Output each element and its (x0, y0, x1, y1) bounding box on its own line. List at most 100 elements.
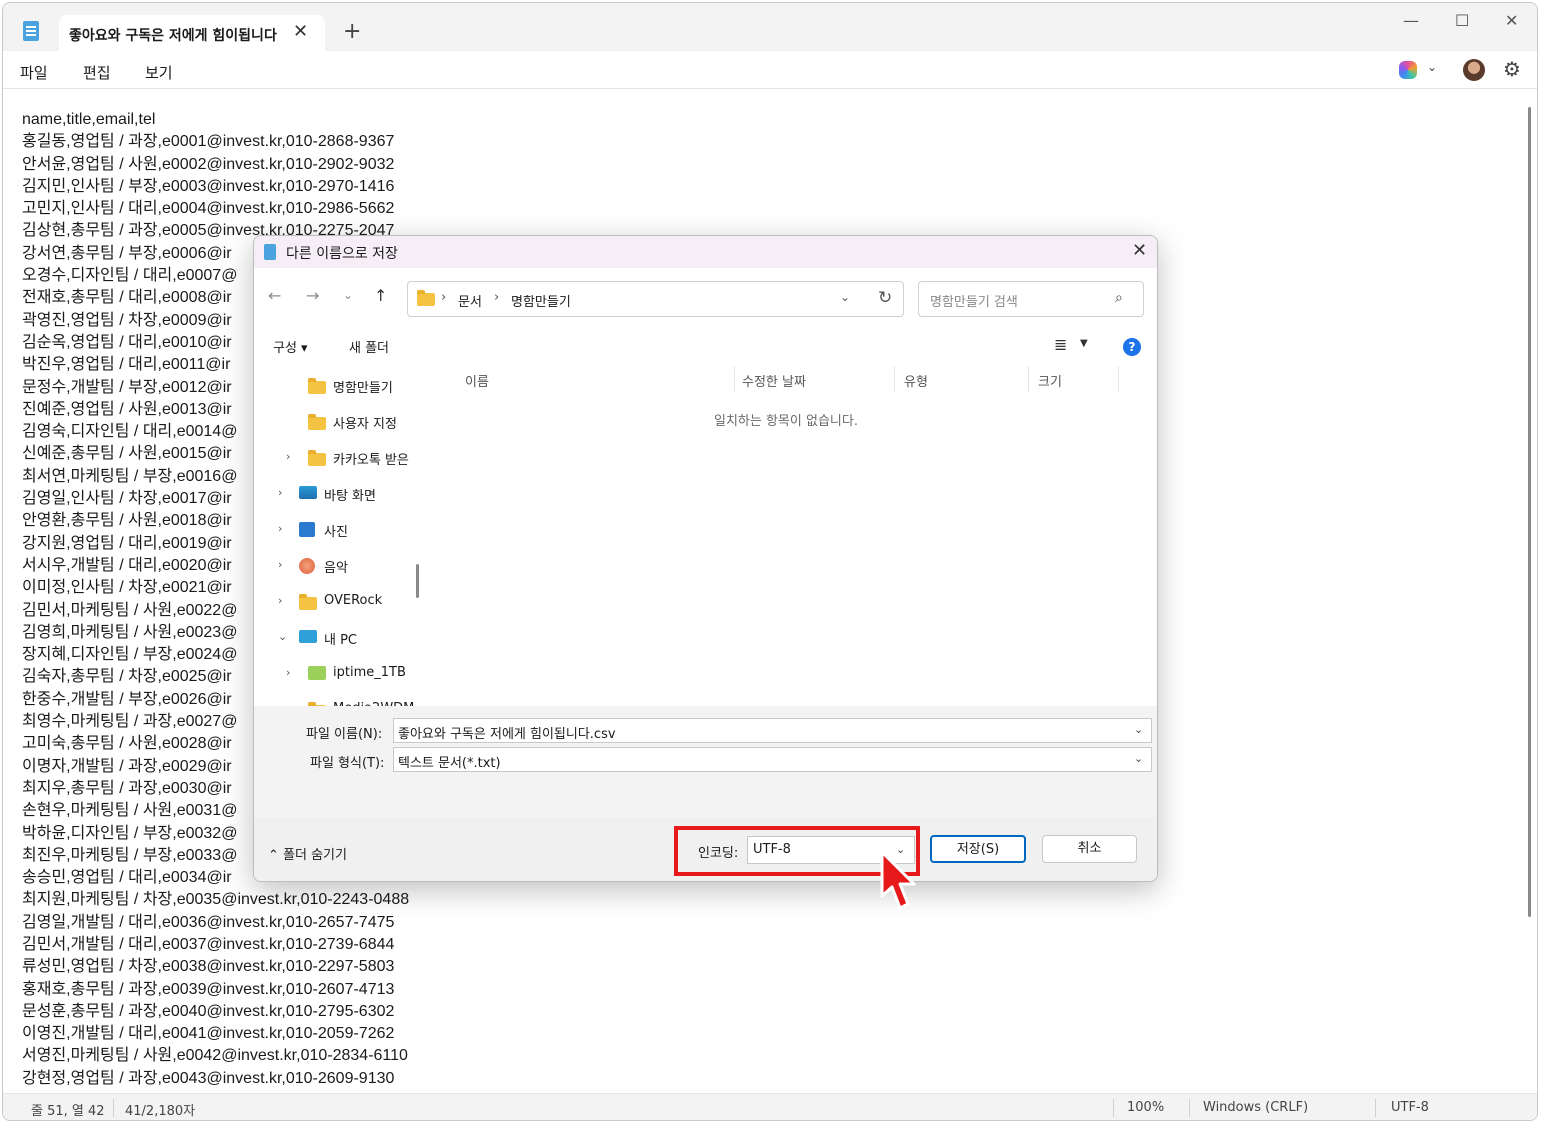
notepad-icon (264, 244, 276, 260)
status-encoding[interactable]: UTF-8 (1391, 1100, 1429, 1115)
status-divider (113, 1099, 114, 1117)
gear-icon[interactable]: ⚙ (1503, 57, 1521, 81)
editor-line[interactable]: 이영진,개발팀 / 대리,e0041@invest.kr,010-2059-72… (22, 1023, 409, 1045)
file-fields: 파일 이름(N): 좋아요와 구독은 저에게 힘이됩니다.csv ⌄ 파일 형식… (254, 706, 1157, 818)
tree-item[interactable]: ›Media2WDM (254, 698, 414, 706)
title-bar: 좋아요와 구독은 저에게 힘이됩니다 ✕ + — ☐ ✕ (3, 3, 1537, 51)
editor-line[interactable]: 홍길동,영업팀 / 과장,e0001@invest.kr,010-2868-93… (22, 131, 409, 153)
search-box[interactable]: 명함만들기 검색 ⌕ (918, 281, 1144, 317)
tree-item-label: iptime_1TB (333, 665, 406, 680)
status-bar: 줄 51, 열 42 41/2,180자 100% Windows (CRLF)… (3, 1093, 1537, 1120)
desktop-icon (299, 486, 317, 499)
editor-line[interactable]: 김민서,개발팀 / 대리,e0037@invest.kr,010-2739-68… (22, 934, 409, 956)
breadcrumb-separator: › (441, 290, 447, 305)
tree-item[interactable]: › iptime_1TB (254, 662, 414, 686)
filetype-chevron-down-icon[interactable]: ⌄ (1134, 752, 1143, 765)
hide-folders-button[interactable]: ⌃ 폴더 숨기기 (268, 844, 347, 863)
new-folder-button[interactable]: 새 폴더 (349, 337, 389, 356)
back-arrow-icon[interactable]: ← (268, 286, 281, 305)
tree-item-label: 음악 (324, 561, 348, 576)
address-bar[interactable]: › 문서 › 명함만들기 ⌄ ↻ (407, 281, 904, 317)
filename-chevron-down-icon[interactable]: ⌄ (1134, 723, 1143, 736)
tree-item-label: 명함만들기 (333, 381, 393, 396)
column-size[interactable]: 크기 (1038, 371, 1062, 390)
forward-arrow-icon[interactable]: → (306, 286, 319, 305)
tree-expand-chevron-icon[interactable]: › (286, 450, 290, 463)
tree-expand-chevron-icon[interactable]: › (278, 522, 282, 535)
tree-expand-chevron-icon[interactable]: ⌄ (278, 630, 287, 643)
tree-expand-chevron-icon[interactable]: › (278, 558, 282, 571)
folder-icon (308, 378, 326, 394)
tree-item[interactable]: › 음악 (254, 554, 414, 578)
editor-line[interactable]: 김영일,개발팀 / 대리,e0036@invest.kr,010-2657-74… (22, 912, 409, 934)
tab-close-icon[interactable]: ✕ (293, 21, 308, 42)
maximize-button[interactable]: ☐ (1455, 11, 1469, 30)
tree-item[interactable]: › 사진 (254, 518, 414, 542)
view-chevron-down-icon[interactable]: ▼ (1080, 338, 1088, 349)
tree-item[interactable]: 사용자 지정 (254, 410, 414, 434)
dialog-toolbar: 구성 ▾ 새 폴더 ≣ ▼ ? (254, 328, 1157, 364)
folder-icon (308, 414, 326, 430)
tree-item[interactable]: › OVERock (254, 590, 414, 614)
photos-icon (299, 522, 315, 537)
tree-item[interactable]: ⌄ 내 PC (254, 626, 414, 650)
tab-title: 좋아요와 구독은 저에게 힘이됩니다 (69, 28, 277, 44)
column-type[interactable]: 유형 (904, 371, 928, 390)
editor-line[interactable]: name,title,email,tel (22, 109, 409, 131)
column-modified[interactable]: 수정한 날짜 (742, 371, 806, 390)
close-button[interactable]: ✕ (1505, 11, 1518, 30)
tree-item-label: 사진 (324, 525, 348, 540)
tab-document[interactable]: 좋아요와 구독은 저에게 힘이됩니다 ✕ (59, 15, 325, 51)
breadcrumb-documents[interactable]: 문서 (458, 291, 482, 310)
file-list: 이름 수정한 날짜 유형 크기 일치하는 항목이 없습니다. (428, 366, 1157, 706)
editor-line[interactable]: 안서윤,영업팀 / 사원,e0002@invest.kr,010-2902-90… (22, 154, 409, 176)
status-line-ending[interactable]: Windows (CRLF) (1203, 1100, 1308, 1115)
dialog-close-icon[interactable]: ✕ (1132, 240, 1147, 261)
tree-item-label: OVERock (324, 593, 383, 608)
tree-expand-chevron-icon[interactable]: › (278, 486, 282, 499)
breadcrumb-current-folder[interactable]: 명함만들기 (511, 291, 571, 310)
editor-line[interactable]: 고민지,인사팀 / 대리,e0004@invest.kr,010-2986-56… (22, 198, 409, 220)
tree-item[interactable]: › 바탕 화면 (254, 482, 414, 506)
empty-folder-message: 일치하는 항목이 없습니다. (714, 414, 858, 429)
column-name[interactable]: 이름 (465, 371, 489, 390)
navigation-scrollbar[interactable] (416, 564, 419, 598)
avatar[interactable] (1463, 59, 1485, 81)
tree-expand-chevron-icon[interactable]: › (278, 594, 282, 607)
editor-line[interactable]: 문성훈,총무팀 / 과장,e0040@invest.kr,010-2795-63… (22, 1001, 409, 1023)
tree-expand-chevron-icon[interactable]: › (286, 666, 290, 679)
status-zoom[interactable]: 100% (1127, 1100, 1164, 1115)
tree-item[interactable]: 명함만들기 (254, 374, 414, 398)
new-tab-button[interactable]: + (343, 21, 361, 43)
music-icon (299, 558, 315, 574)
editor-line[interactable]: 홍재호,총무팀 / 과장,e0039@invest.kr,010-2607-47… (22, 979, 409, 1001)
address-chevron-down-icon[interactable]: ⌄ (840, 290, 850, 304)
refresh-icon[interactable]: ↻ (878, 288, 892, 308)
cancel-button[interactable]: 취소 (1042, 835, 1137, 863)
filetype-select[interactable]: 텍스트 문서(*.txt) ⌄ (393, 747, 1152, 772)
editor-line[interactable]: 김지민,인사팀 / 부장,e0003@invest.kr,010-2970-14… (22, 176, 409, 198)
menu-edit[interactable]: 편집 (83, 62, 111, 83)
editor-line[interactable]: 강현정,영업팀 / 과장,e0043@invest.kr,010-2609-91… (22, 1068, 409, 1090)
view-list-icon[interactable]: ≣ (1054, 335, 1067, 354)
editor-line[interactable]: 최지원,마케팅팀 / 차장,e0035@invest.kr,010-2243-0… (22, 889, 409, 911)
menu-file[interactable]: 파일 (20, 62, 48, 83)
organize-button[interactable]: 구성 ▾ (273, 337, 308, 356)
column-divider (894, 366, 895, 392)
up-arrow-icon[interactable]: ↑ (374, 286, 387, 305)
save-button[interactable]: 저장(S) (930, 835, 1026, 863)
search-placeholder: 명함만들기 검색 (930, 295, 1018, 310)
editor-line[interactable]: 류성민,영업팀 / 차장,e0038@invest.kr,010-2297-58… (22, 956, 409, 978)
editor-line[interactable]: 서영진,마케팅팀 / 사원,e0042@invest.kr,010-2834-6… (22, 1045, 409, 1067)
filename-input[interactable]: 좋아요와 구독은 저에게 힘이됩니다.csv ⌄ (393, 718, 1152, 743)
editor-scrollbar[interactable] (1528, 107, 1531, 917)
recent-locations-chevron-icon[interactable]: ⌄ (343, 288, 353, 302)
search-icon[interactable]: ⌕ (1115, 290, 1123, 306)
copilot-chevron-down-icon[interactable]: ⌄ (1427, 60, 1437, 74)
help-icon[interactable]: ? (1123, 338, 1141, 356)
minimize-button[interactable]: — (1403, 11, 1419, 30)
tree-item[interactable]: › 카카오톡 받은 (254, 446, 414, 470)
menu-view[interactable]: 보기 (145, 62, 173, 83)
status-divider (1375, 1099, 1376, 1117)
copilot-icon[interactable] (1399, 61, 1417, 79)
